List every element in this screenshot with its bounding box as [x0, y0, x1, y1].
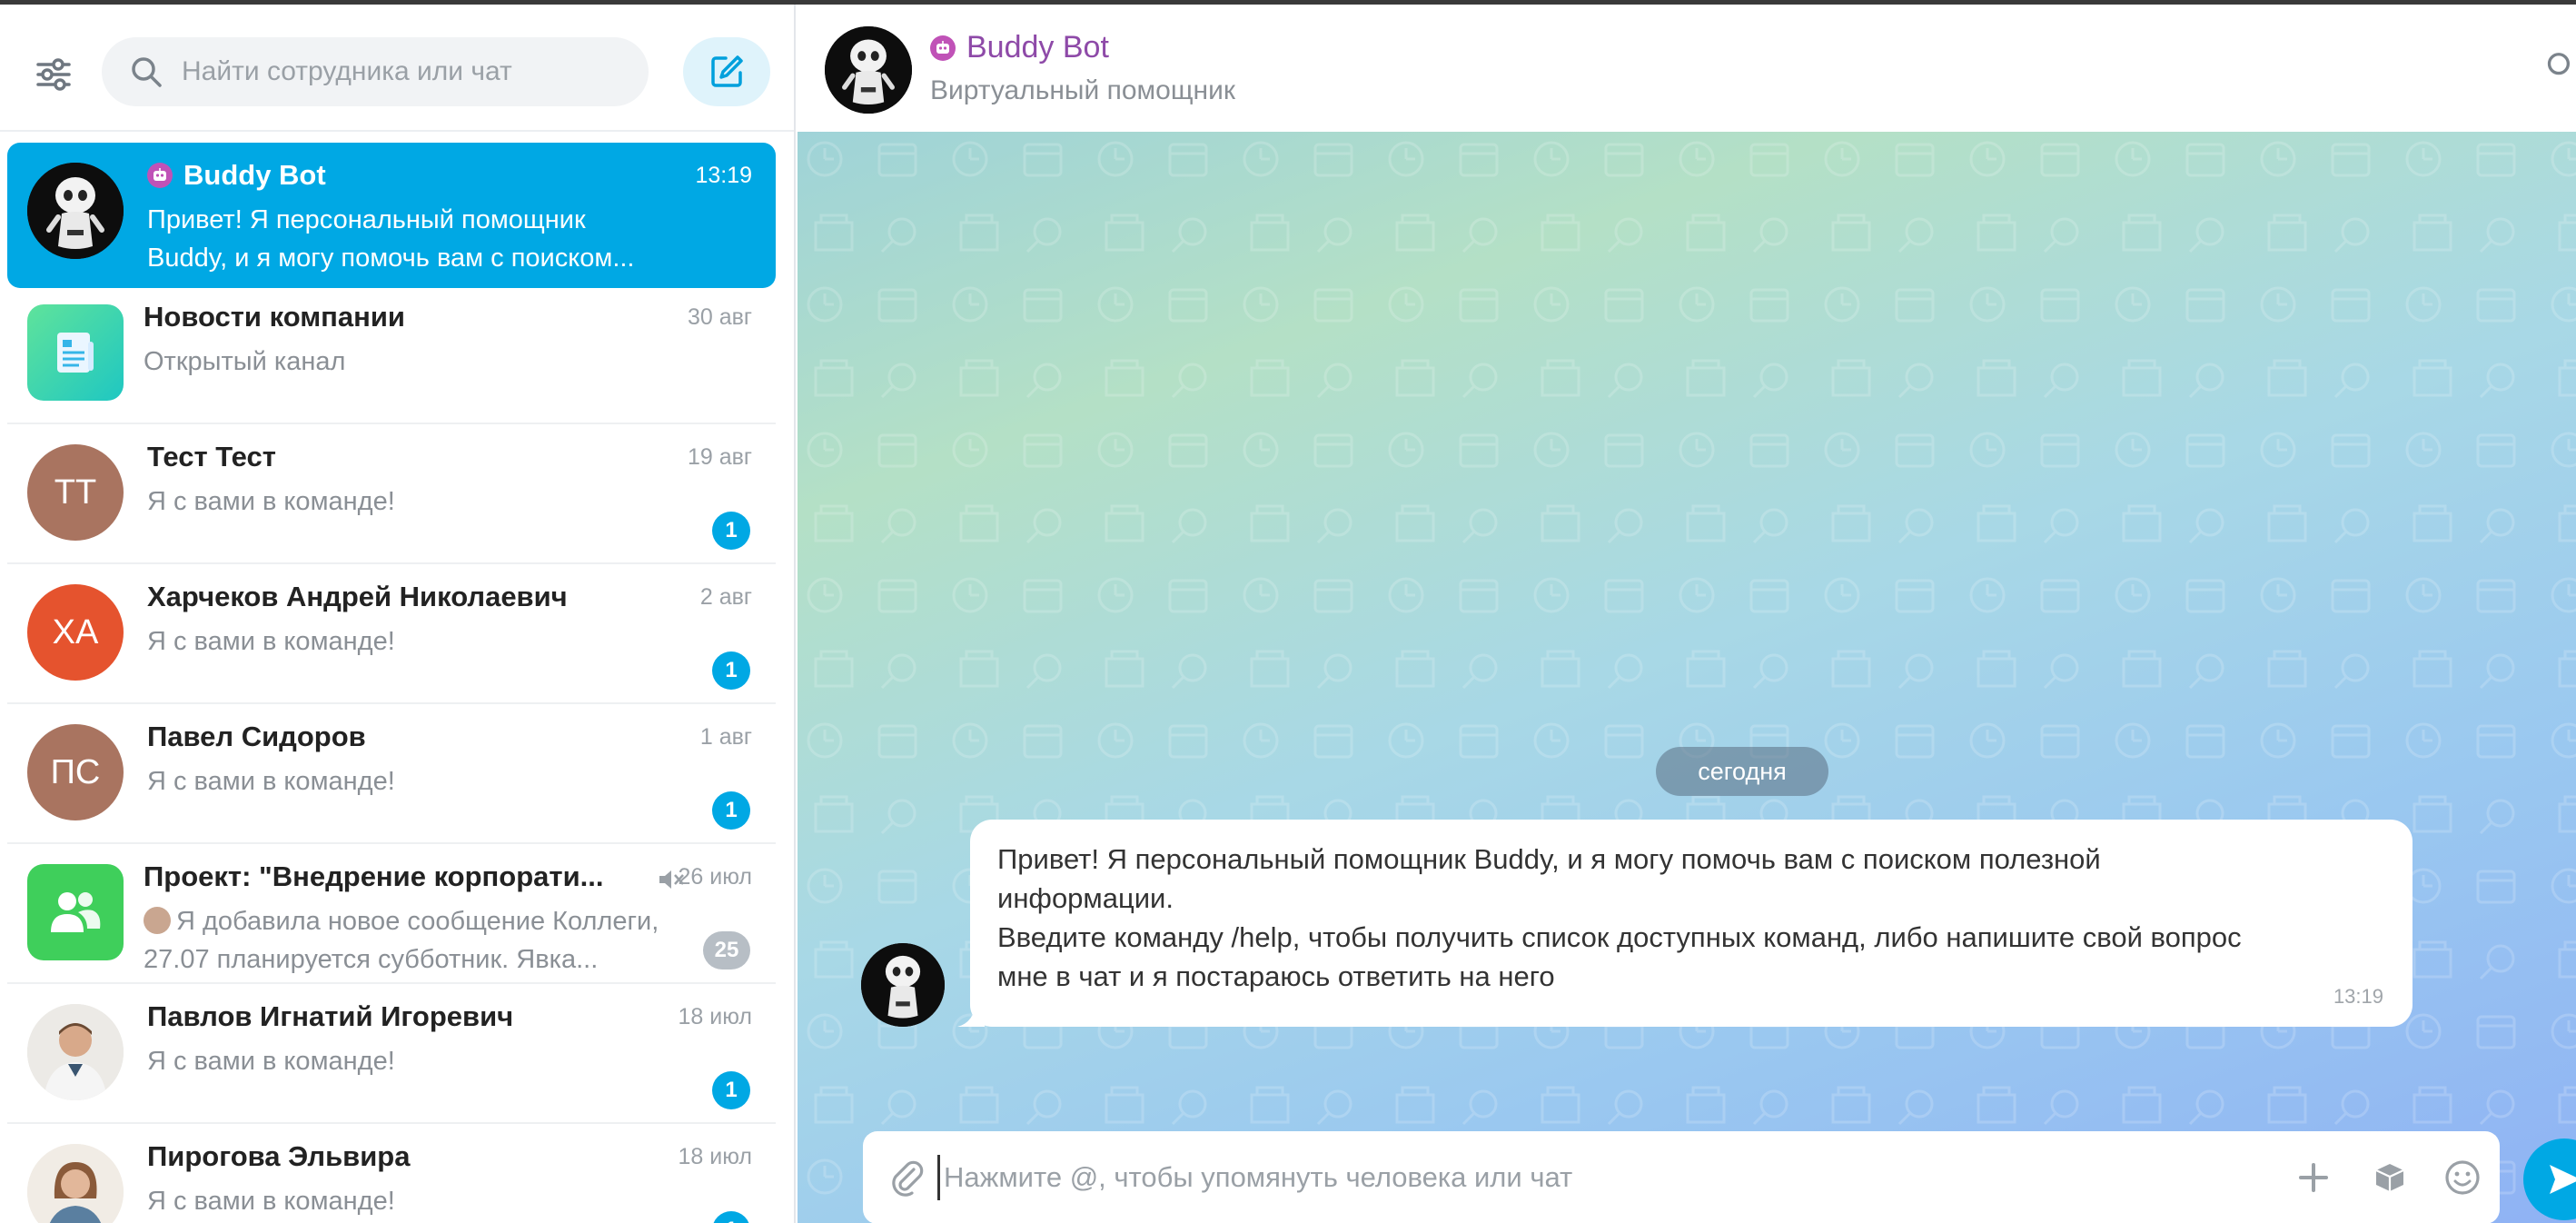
search-input[interactable]: [182, 56, 636, 87]
unread-badge: 1: [712, 1071, 750, 1109]
chat-item-buddy-bot[interactable]: Buddy Bot 13:19 Привет! Я персональный п…: [7, 143, 776, 288]
bot-icon: [930, 35, 956, 61]
user-photo-avatar: [27, 1004, 124, 1100]
chat-preview: Я добавила новое сообщение Коллеги, 27.0…: [144, 907, 659, 974]
message-time: 13:19: [2333, 985, 2383, 1008]
send-icon: [2550, 1165, 2576, 1194]
chat-list: Buddy Bot 13:19 Привет! Я персональный п…: [0, 143, 794, 1223]
conversation-header: Buddy Bot Виртуальный помощник: [798, 5, 2576, 132]
unread-badge: 25: [703, 931, 750, 969]
chat-name: Buddy Bot: [147, 159, 326, 192]
message-text-line: мне в чат и я постараюсь ответить на нег…: [997, 960, 1555, 992]
conversation-subtitle: Виртуальный помощник: [930, 75, 1235, 105]
date-separator: сегодня: [1656, 747, 1828, 796]
chat-preview: Открытый канал: [144, 347, 346, 376]
chat-preview: Привет! Я персональный помощник Buddy, и…: [147, 205, 635, 273]
chat-preview: Я с вами в команде!: [147, 1047, 395, 1076]
chat-time: 1 авг: [699, 724, 752, 750]
message-text-line: информации.: [997, 882, 1174, 914]
chat-item-pavel-sidorov[interactable]: ПС Павел Сидоров 1 авг Я с вами в команд…: [7, 704, 776, 844]
message-text-line: Привет! Я персональный помощник Buddy, и…: [997, 843, 2101, 875]
chat-name: Харчеков Андрей Николаевич: [147, 581, 568, 612]
avatar: ПС: [27, 724, 124, 820]
message-text-line: Введите команду /help, чтобы получить сп…: [997, 921, 2242, 953]
chat-time: 26 июл: [678, 864, 752, 890]
robot-avatar[interactable]: [861, 943, 945, 1027]
message-bubble[interactable]: Привет! Я персональный помощник Buddy, и…: [970, 820, 2413, 1027]
message-area: сегодня Привет! Я персональный помощник …: [798, 132, 2576, 1223]
avatar: ТТ: [27, 444, 124, 541]
robot-avatar: [27, 163, 124, 259]
plus-icon[interactable]: [2293, 1157, 2334, 1198]
sidebar-header: [0, 5, 794, 132]
search-box[interactable]: [102, 37, 649, 106]
chat-name: Павел Сидоров: [147, 721, 366, 752]
chat-preview: Я с вами в команде!: [147, 487, 395, 516]
chat-preview: Я с вами в команде!: [147, 627, 395, 656]
chat-name: Новости компании: [144, 301, 405, 333]
chat-time: 13:19: [695, 163, 752, 188]
chat-sidebar: Buddy Bot 13:19 Привет! Я персональный п…: [0, 5, 796, 1223]
chat-preview: Я с вами в команде!: [147, 1187, 395, 1216]
unread-badge: 1: [712, 1211, 750, 1223]
chat-time: 18 июл: [678, 1144, 752, 1169]
avatar: ХА: [27, 584, 124, 681]
bot-icon: [147, 163, 173, 188]
chat-item-test-test[interactable]: ТТ Тест Тест 19 авг Я с вами в команде! …: [7, 424, 776, 564]
chat-name: Павлов Игнатий Игоревич: [147, 1000, 514, 1032]
robot-avatar[interactable]: [825, 26, 912, 114]
emoji-icon[interactable]: [2442, 1157, 2483, 1198]
chat-name: Пирогова Эльвира: [147, 1140, 411, 1172]
chat-item-company-news[interactable]: Новости компании 30 авг Открытый канал: [7, 284, 776, 424]
chat-time: 19 авг: [687, 444, 752, 470]
chat-item-project-group[interactable]: Проект: "Внедрение корпорати... 26 июл Я…: [7, 844, 776, 984]
news-icon: [27, 304, 124, 401]
chat-time: 2 авг: [699, 584, 752, 610]
search-icon: [125, 51, 167, 93]
chat-time: 18 июл: [678, 1004, 752, 1029]
unread-badge: 1: [712, 651, 750, 690]
chat-name: Тест Тест: [147, 441, 276, 472]
chat-item-pavlov[interactable]: Павлов Игнатий Игоревич 18 июл Я с вами …: [7, 984, 776, 1124]
message-input[interactable]: [937, 1155, 2191, 1200]
chat-preview: Я с вами в команде!: [147, 767, 395, 796]
chat-name: Проект: "Внедрение корпорати...: [144, 860, 604, 892]
unread-badge: 1: [712, 512, 750, 550]
filter-settings-button[interactable]: [27, 48, 80, 101]
group-icon: [27, 864, 124, 960]
sliders-icon: [36, 58, 71, 91]
new-chat-button[interactable]: [683, 37, 770, 106]
message-composer: [863, 1131, 2500, 1223]
sticker-box-icon[interactable]: [2369, 1157, 2411, 1198]
user-photo-avatar: [27, 1144, 124, 1223]
paperclip-icon[interactable]: [888, 1157, 925, 1201]
search-icon[interactable]: [2541, 50, 2574, 87]
sender-avatar: [144, 907, 171, 934]
chat-item-kharchekov[interactable]: ХА Харчеков Андрей Николаевич 2 авг Я с …: [7, 564, 776, 704]
chat-time: 30 авг: [687, 304, 752, 330]
conversation-panel: Buddy Bot Виртуальный помощник сегодня П…: [798, 5, 2576, 1223]
compose-icon: [711, 55, 743, 87]
unread-badge: 1: [712, 791, 750, 830]
conversation-title[interactable]: Buddy Bot: [930, 30, 1109, 65]
chat-item-pirogova[interactable]: Пирогова Эльвира 18 июл Я с вами в коман…: [7, 1124, 776, 1223]
background-pattern: [798, 132, 2576, 1223]
